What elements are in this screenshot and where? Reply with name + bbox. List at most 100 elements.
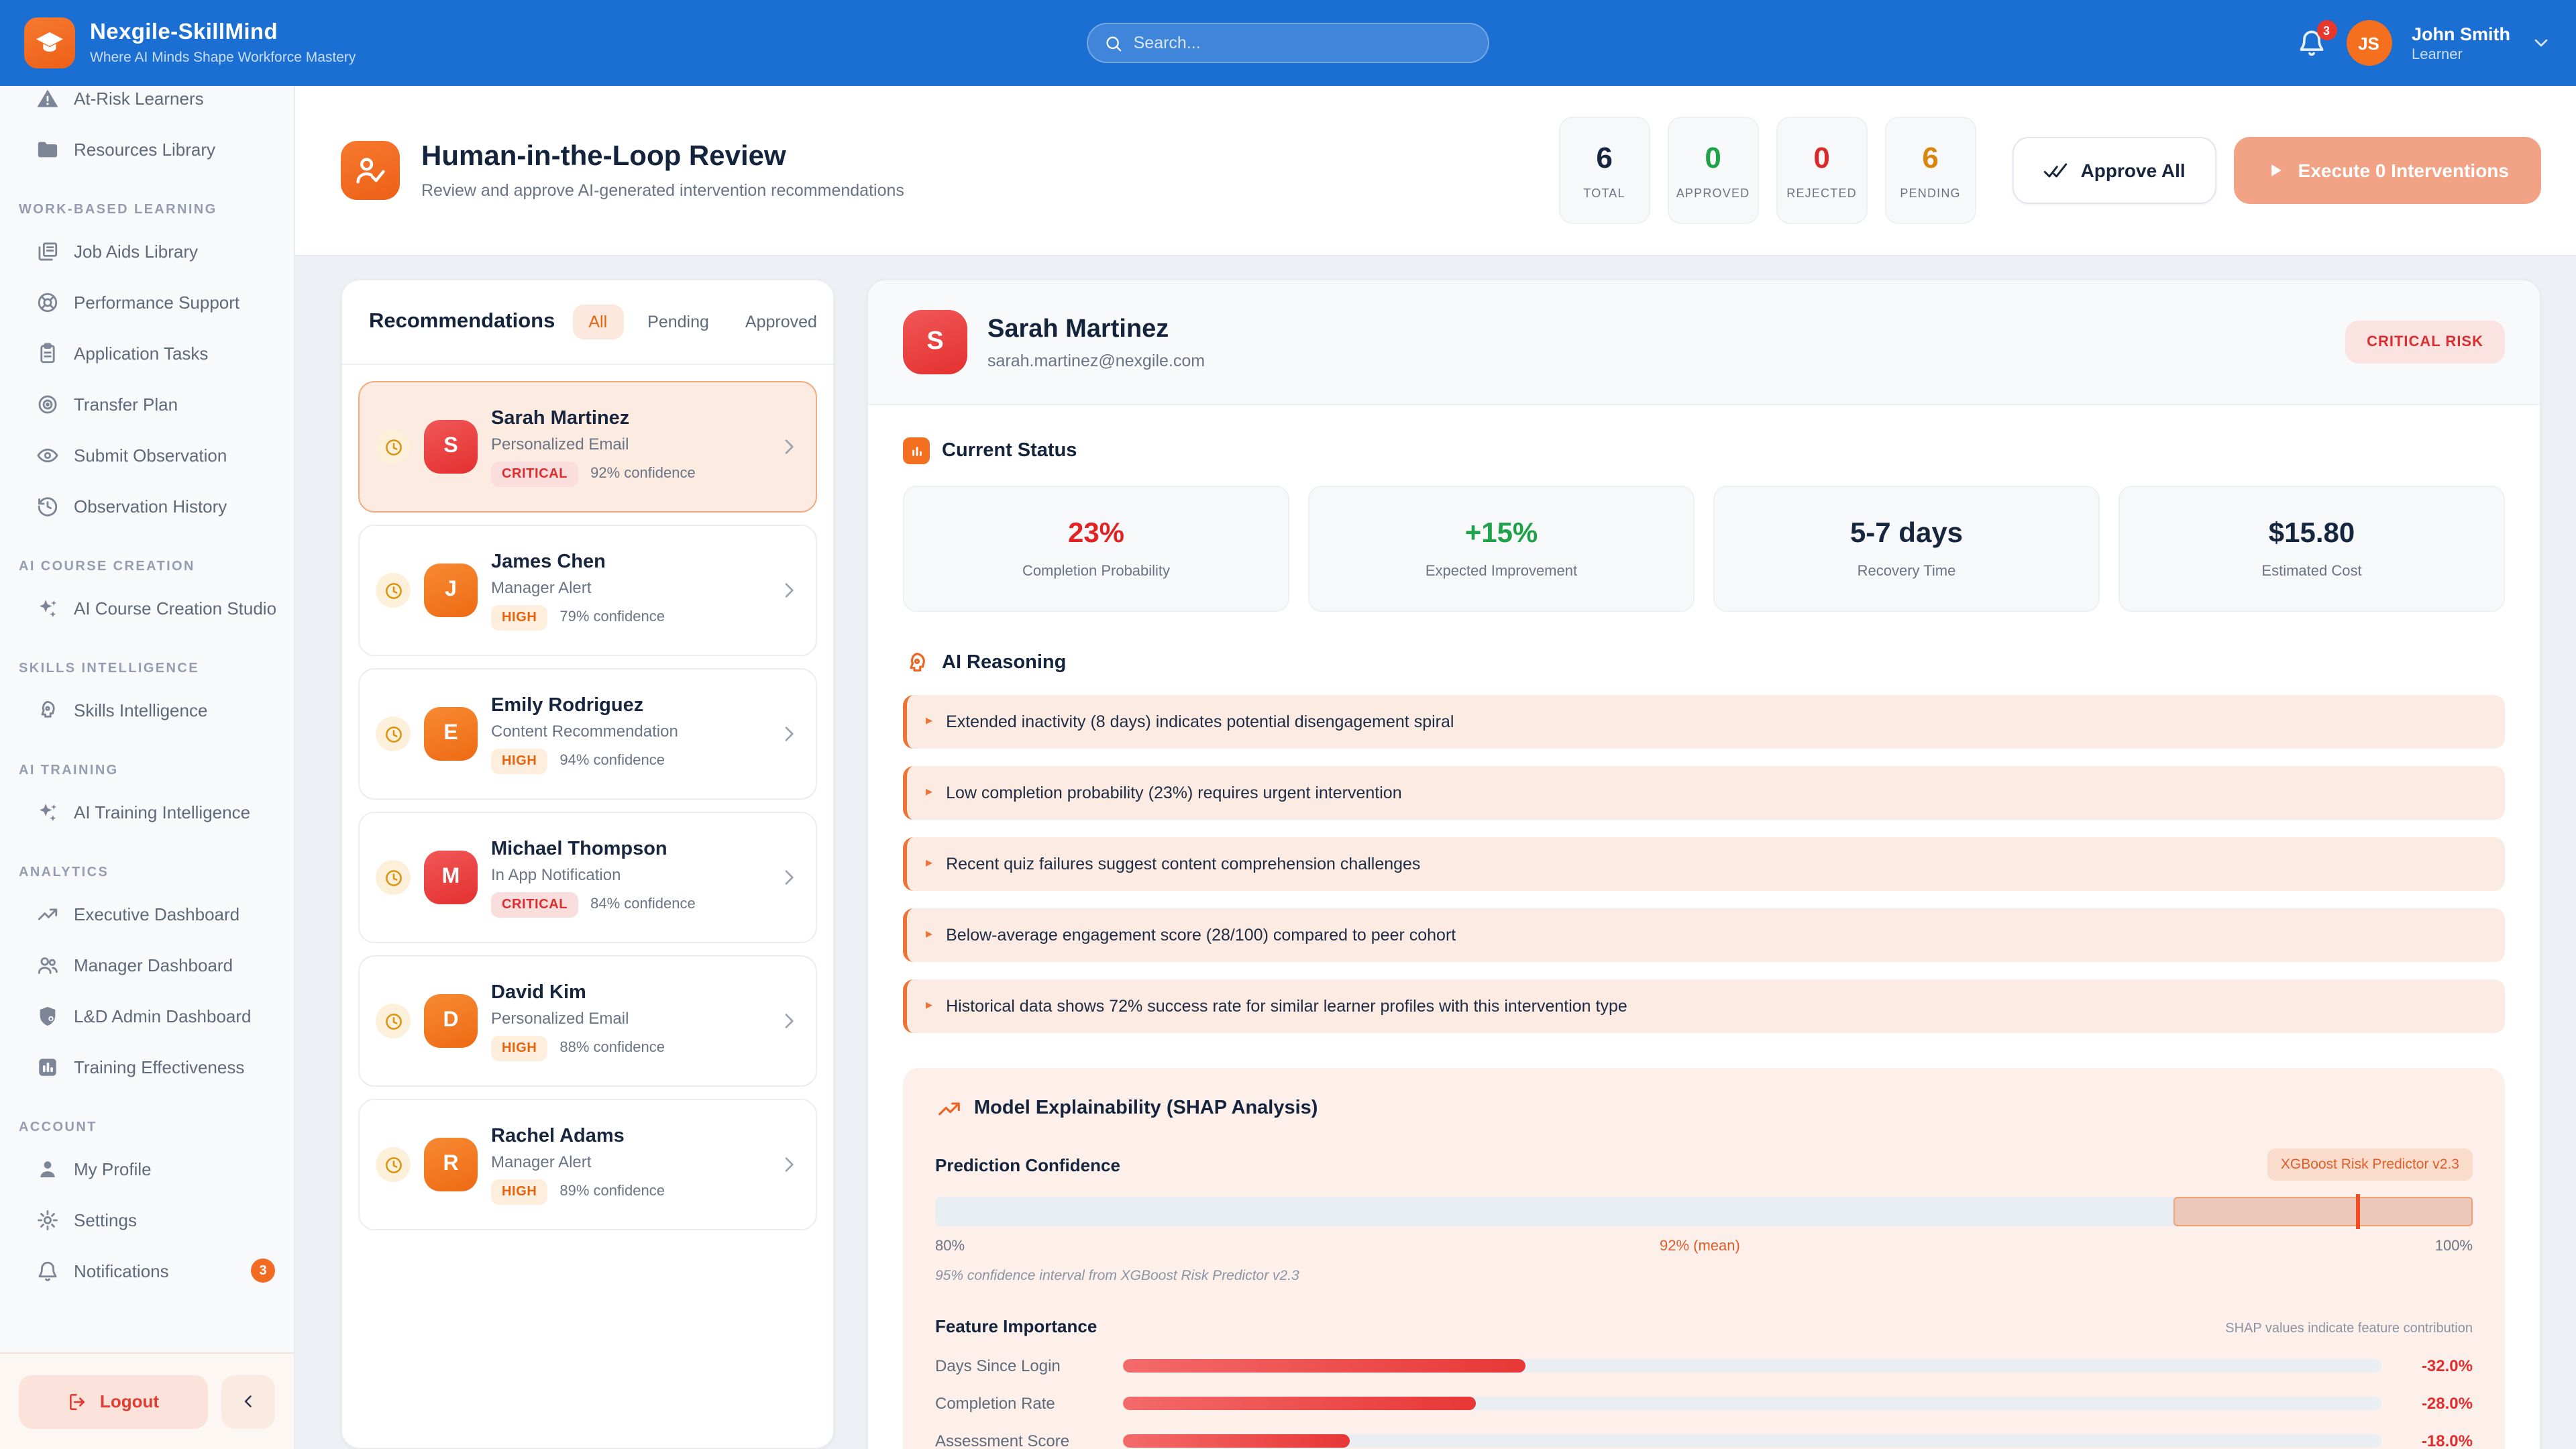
sidebar-item-manager-dashboard[interactable]: Manager Dashboard — [0, 939, 294, 990]
tab-all[interactable]: All — [572, 305, 623, 339]
sidebar-item-ai-course-creation-studio[interactable]: AI Course Creation Studio — [0, 582, 294, 633]
execute-interventions-button[interactable]: Execute 0 Interventions — [2234, 137, 2541, 204]
search-icon — [1104, 33, 1123, 53]
header-right-cluster: 3 JS John Smith Learner — [2296, 20, 2552, 66]
user-menu-chevron-icon[interactable] — [2530, 32, 2552, 54]
search-input[interactable] — [1134, 34, 1472, 52]
target-icon — [36, 392, 59, 415]
risk-badge: CRITICAL — [491, 892, 578, 917]
chevron-right-icon — [778, 723, 800, 745]
pending-clock-icon — [376, 860, 411, 895]
list-item-james-chen[interactable]: J James Chen Manager Alert HIGH79% confi… — [358, 525, 817, 656]
reason-list: ▸Extended inactivity (8 days) indicates … — [903, 695, 2505, 1033]
caret-icon: ▸ — [926, 786, 932, 800]
brand-subtitle: Where AI Minds Shape Workforce Mastery — [90, 50, 356, 66]
clipboard-icon — [36, 341, 59, 364]
sidebar-notifications-badge: 3 — [251, 1258, 275, 1283]
tab-approved[interactable]: Approved — [733, 305, 829, 339]
sidebar-item-application-tasks[interactable]: Application Tasks — [0, 327, 294, 378]
users-icon — [36, 953, 59, 976]
alert-triangle-icon — [36, 87, 59, 109]
status-cards: 23% Completion Probability +15% Expected… — [903, 486, 2505, 612]
sidebar-item-skills-intelligence[interactable]: Skills Intelligence — [0, 684, 294, 735]
user-icon — [36, 1157, 59, 1180]
tab-pending[interactable]: Pending — [635, 305, 721, 339]
confidence-interval-band — [2173, 1197, 2473, 1226]
user-avatar[interactable]: JS — [2346, 20, 2392, 66]
risk-badge: HIGH — [491, 748, 547, 773]
gear-icon — [36, 1208, 59, 1231]
approve-all-button[interactable]: Approve All — [2012, 137, 2216, 204]
stat-total: 6 TOTAL — [1559, 117, 1650, 224]
user-check-icon — [341, 141, 400, 200]
feature-bar — [1123, 1359, 1525, 1373]
risk-badge: HIGH — [491, 1035, 547, 1061]
stat-rejected: 0 REJECTED — [1776, 117, 1868, 224]
double-check-icon — [2043, 158, 2068, 182]
status-card-completion-probability: 23% Completion Probability — [903, 486, 1289, 612]
sidebar-collapse-button[interactable] — [221, 1375, 275, 1428]
avatar: J — [424, 564, 478, 617]
feature-bar — [1123, 1434, 1350, 1448]
chevron-right-icon — [778, 580, 800, 601]
mean-marker — [2356, 1194, 2360, 1229]
recommendations-panel: Recommendations All Pending Approved S S… — [341, 279, 835, 1449]
caret-icon: ▸ — [926, 928, 932, 942]
sidebar-item-observation-history[interactable]: Observation History — [0, 480, 294, 531]
brand-logo-icon — [24, 17, 75, 68]
logout-button[interactable]: Logout — [19, 1375, 208, 1428]
pending-clock-icon — [376, 573, 411, 608]
sidebar-item-job-aids-library[interactable]: Job Aids Library — [0, 225, 294, 276]
pending-clock-icon — [376, 1004, 411, 1038]
app-root: Nexgile-SkillMind Where AI Minds Shape W… — [0, 0, 2576, 1449]
risk-badge: HIGH — [491, 604, 547, 630]
sidebar-footer: Logout — [0, 1352, 294, 1449]
notification-count-badge: 3 — [2316, 20, 2337, 40]
notifications-button[interactable]: 3 — [2296, 28, 2326, 58]
logout-icon — [68, 1391, 89, 1412]
reason-item: ▸Extended inactivity (8 days) indicates … — [903, 695, 2505, 749]
status-card-estimated-cost: $15.80 Estimated Cost — [2118, 486, 2505, 612]
risk-badge: HIGH — [491, 1179, 547, 1204]
prediction-confidence-bar — [935, 1197, 2473, 1226]
list-item-david-kim[interactable]: D David Kim Personalized Email HIGH88% c… — [358, 955, 817, 1087]
reason-item: ▸Below-average engagement score (28/100)… — [903, 908, 2505, 962]
avatar: E — [424, 707, 478, 761]
sidebar-item-ai-training-intelligence[interactable]: AI Training Intelligence — [0, 786, 294, 837]
sidebar-item-training-effectiveness[interactable]: Training Effectiveness — [0, 1041, 294, 1092]
chevron-right-icon — [778, 436, 800, 458]
sidebar-item-submit-observation[interactable]: Submit Observation — [0, 429, 294, 480]
head-brain-icon — [36, 698, 59, 721]
book-copy-icon — [36, 239, 59, 262]
sidebar-section-account: ACCOUNT — [0, 1111, 294, 1143]
scale-min: 80% — [935, 1238, 965, 1254]
list-item-rachel-adams[interactable]: R Rachel Adams Manager Alert HIGH89% con… — [358, 1099, 817, 1230]
model-explainability-header: Model Explainability (SHAP Analysis) — [935, 1095, 2473, 1122]
sidebar-item-my-profile[interactable]: My Profile — [0, 1143, 294, 1194]
top-header: Nexgile-SkillMind Where AI Minds Shape W… — [0, 0, 2576, 86]
chevron-right-icon — [778, 867, 800, 888]
feature-row-days-since-login: Days Since Login -32.0% — [935, 1356, 2473, 1375]
list-item-sarah-martinez[interactable]: S Sarah Martinez Personalized Email CRIT… — [358, 381, 817, 513]
sidebar-item-executive-dashboard[interactable]: Executive Dashboard — [0, 888, 294, 939]
list-item-michael-thompson[interactable]: M Michael Thompson In App Notification C… — [358, 812, 817, 943]
detail-body: Current Status 23% Completion Probabilit… — [868, 405, 2540, 1449]
reason-item: ▸Low completion probability (23%) requir… — [903, 766, 2505, 820]
sidebar-item-performance-support[interactable]: Performance Support — [0, 276, 294, 327]
page-subtitle: Review and approve AI-generated interven… — [421, 181, 904, 200]
chevron-right-icon — [778, 1010, 800, 1032]
sidebar-item-at-risk-learners[interactable]: At-Risk Learners — [0, 86, 294, 123]
search-bar[interactable] — [1087, 23, 1489, 63]
model-explainability-card: Model Explainability (SHAP Analysis) Pre… — [903, 1068, 2505, 1449]
sidebar-item-settings[interactable]: Settings — [0, 1194, 294, 1245]
sidebar-item-resources-library[interactable]: Resources Library — [0, 123, 294, 174]
sidebar-item-notifications[interactable]: Notifications3 — [0, 1245, 294, 1296]
main-area: Human-in-the-Loop Review Review and appr… — [295, 86, 2576, 1449]
sidebar-item-ld-admin-dashboard[interactable]: L&D Admin Dashboard — [0, 990, 294, 1041]
eye-icon — [36, 443, 59, 466]
sidebar-item-transfer-plan[interactable]: Transfer Plan — [0, 378, 294, 429]
sidebar-nav: At-Risk Learners Resources Library WORK-… — [0, 86, 294, 1296]
feature-importance-title: Feature Importance — [935, 1316, 1097, 1336]
current-status-header: Current Status — [903, 437, 2505, 464]
list-item-emily-rodriguez[interactable]: E Emily Rodriguez Content Recommendation… — [358, 668, 817, 800]
